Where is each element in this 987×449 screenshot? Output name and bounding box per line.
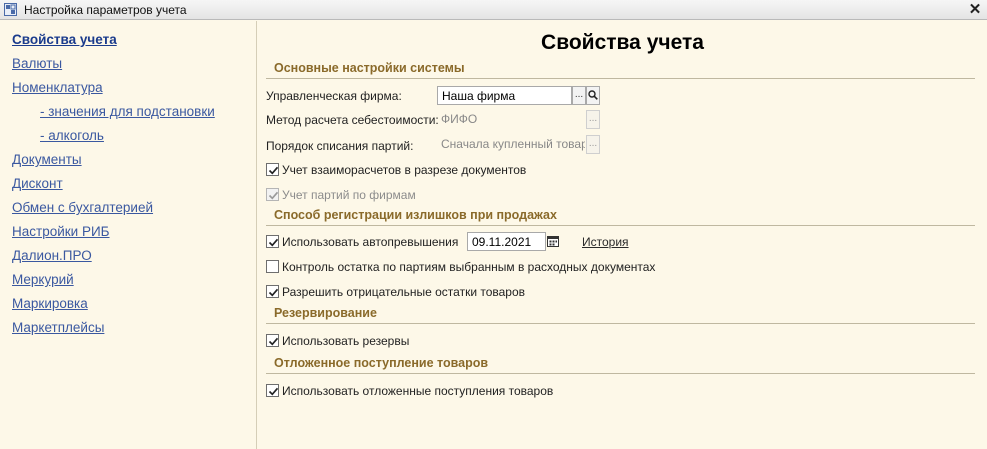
writeoff-select-button: ... <box>586 135 600 154</box>
batches-by-firms-row: Учет партий по фирмам <box>266 188 466 203</box>
section-surplus-registration-label: Способ регистрации излишков при продажах <box>274 208 557 222</box>
negative-stock-label: Разрешить отрицательные остатки товаров <box>282 285 526 299</box>
cost-method-input: ФИФО <box>441 112 478 126</box>
nav-item-marking[interactable]: Маркировка <box>12 296 88 311</box>
window-title: Настройка параметров учета <box>24 3 187 17</box>
settlements-by-docs-checkbox[interactable] <box>266 163 279 176</box>
magnifier-icon <box>588 90 598 100</box>
checkmark-icon <box>268 337 279 346</box>
batches-by-firms-label: Учет партий по фирмам <box>282 188 416 202</box>
batch-control-label: Контроль остатка по партиям выбранным в … <box>282 260 656 274</box>
firm-input[interactable]: Наша фирма <box>437 86 572 105</box>
section-basic-settings-label: Основные настройки системы <box>274 61 465 75</box>
nav-item-mercury[interactable]: Меркурий <box>12 272 74 287</box>
settings-nav: Свойства учета Валюты Номенклатура - зна… <box>0 21 257 449</box>
close-icon: ✕ <box>968 1 982 18</box>
ellipsis-icon: ... <box>588 113 598 124</box>
negative-stock-row: Разрешить отрицательные остатки товаров <box>266 285 526 300</box>
checkmark-icon <box>268 191 279 200</box>
settlements-by-docs-row: Учет взаиморасчетов в разрезе документов <box>266 163 566 178</box>
use-deferred-row: Использовать отложенные поступления това… <box>266 384 556 399</box>
ellipsis-icon: ... <box>574 89 584 100</box>
nav-item-nomenclature[interactable]: Номенклатура <box>12 80 103 95</box>
writeoff-label: Порядок списания партий: <box>266 139 414 153</box>
section-deferred-receipt-label: Отложенное поступление товаров <box>274 356 489 370</box>
firm-search-button[interactable] <box>586 86 600 105</box>
checkmark-icon <box>268 238 279 247</box>
section-surplus-registration: Способ регистрации излишков при продажах <box>266 208 975 226</box>
nav-item-discount[interactable]: Дисконт <box>12 176 63 191</box>
use-reserves-checkbox[interactable] <box>266 334 279 347</box>
checkmark-icon <box>268 288 279 297</box>
batch-control-row: Контроль остатка по партиям выбранным в … <box>266 260 655 275</box>
close-button[interactable]: ✕ <box>966 1 984 19</box>
section-basic-settings: Основные настройки системы <box>266 61 975 79</box>
settlements-by-docs-label: Учет взаиморасчетов в разрезе документов <box>282 163 527 177</box>
cost-method-select-button: ... <box>586 110 600 129</box>
history-link[interactable]: История <box>582 235 629 249</box>
auto-surplus-date-input[interactable]: 09.11.2021 <box>467 232 546 251</box>
window-titlebar: Настройка параметров учета ✕ <box>0 0 987 20</box>
firm-select-button[interactable]: ... <box>572 86 586 105</box>
writeoff-input: Сначала купленный товар <box>441 137 585 151</box>
nav-item-accounting-properties[interactable]: Свойства учета <box>12 32 117 47</box>
auto-surplus-row: Использовать автопревышения <box>266 235 459 250</box>
use-deferred-checkbox[interactable] <box>266 384 279 397</box>
page-title: Свойства учета <box>541 31 704 54</box>
checkmark-icon <box>268 387 279 396</box>
nav-item-substitution-values[interactable]: - значения для подстановки <box>40 104 215 119</box>
use-reserves-row: Использовать резервы <box>266 334 426 349</box>
batches-by-firms-checkbox <box>266 188 279 201</box>
use-deferred-label: Использовать отложенные поступления това… <box>282 384 554 398</box>
nav-item-documents[interactable]: Документы <box>12 152 82 167</box>
nav-item-rib-settings[interactable]: Настройки РИБ <box>12 224 110 239</box>
ellipsis-icon: ... <box>588 138 598 149</box>
nav-item-currencies[interactable]: Валюты <box>12 56 62 71</box>
section-reservation-label: Резервирование <box>274 306 377 320</box>
calendar-button[interactable] <box>546 233 560 250</box>
batch-control-checkbox[interactable] <box>266 260 279 273</box>
nav-item-alcohol[interactable]: - алкоголь <box>40 128 104 143</box>
checkmark-icon <box>268 166 279 175</box>
cost-method-label: Метод расчета себестоимости: <box>266 113 439 127</box>
calendar-icon <box>547 236 559 247</box>
settings-window-icon <box>4 3 17 16</box>
section-deferred-receipt: Отложенное поступление товаров <box>266 356 975 374</box>
nav-item-dalion-pro[interactable]: Далион.ПРО <box>12 248 92 263</box>
use-reserves-label: Использовать резервы <box>282 334 410 348</box>
nav-item-marketplaces[interactable]: Маркетплейсы <box>12 320 104 335</box>
negative-stock-checkbox[interactable] <box>266 285 279 298</box>
firm-label: Управленческая фирма: <box>266 89 402 103</box>
nav-item-accounting-exchange[interactable]: Обмен с бухгалтерией <box>12 200 153 215</box>
auto-surplus-label: Использовать автопревышения <box>282 235 459 249</box>
auto-surplus-checkbox[interactable] <box>266 235 279 248</box>
section-reservation: Резервирование <box>266 306 975 324</box>
